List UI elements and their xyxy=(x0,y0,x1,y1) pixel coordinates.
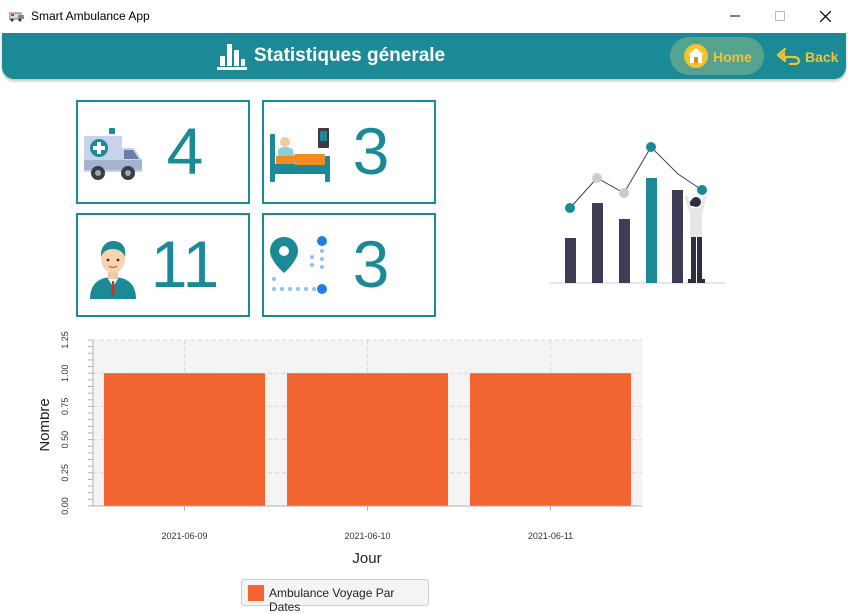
bar xyxy=(286,373,449,506)
window-title: Smart Ambulance App xyxy=(31,9,150,23)
y-tick-label: 0.25 xyxy=(60,464,70,482)
y-tick-label: 0.75 xyxy=(60,398,70,416)
home-button[interactable]: Home xyxy=(670,37,764,75)
x-tick-label: 2021-06-11 xyxy=(528,531,573,541)
trip-count: 3 xyxy=(352,227,390,301)
page-title: Statistiques génerale xyxy=(254,45,446,66)
staff-count: 11 xyxy=(150,227,220,301)
app-icon xyxy=(9,12,24,22)
patient-count-card: 3 xyxy=(262,100,436,204)
x-tick-label: 2021-06-09 xyxy=(161,531,207,541)
y-axis-title: Nombre xyxy=(40,398,53,451)
back-arrow-icon xyxy=(776,47,801,65)
ambulance-count: 4 xyxy=(166,114,204,188)
back-label: Back xyxy=(805,49,839,65)
minimize-icon xyxy=(730,15,740,17)
bar xyxy=(103,373,266,506)
trip-count-card: 3 xyxy=(262,213,436,317)
window-titlebar: Smart Ambulance App xyxy=(0,0,848,32)
bar-chart-icon xyxy=(217,44,247,70)
close-icon xyxy=(819,10,831,22)
legend-swatch xyxy=(248,585,264,601)
x-tick-label: 2021-06-10 xyxy=(344,531,390,541)
close-button[interactable] xyxy=(802,0,848,32)
x-axis-title: Jour xyxy=(352,550,381,567)
y-tick-label: 0.50 xyxy=(60,431,70,449)
maximize-icon xyxy=(775,11,785,21)
page-header: Statistiques génerale Home Back xyxy=(2,33,846,79)
y-tick-label: 0.00 xyxy=(60,497,70,515)
minimize-button[interactable] xyxy=(712,0,758,32)
home-label: Home xyxy=(713,49,752,65)
maximize-button[interactable] xyxy=(757,0,803,32)
analytics-illustration xyxy=(550,142,725,284)
y-tick-label: 1.00 xyxy=(60,364,70,382)
chart-legend: Ambulance Voyage Par Dates xyxy=(241,579,429,614)
patient-count: 3 xyxy=(352,114,390,188)
staff-count-card: 11 xyxy=(76,213,250,317)
home-icon xyxy=(684,44,708,68)
trips-by-date-chart: 0.00 0.25 0.50 0.75 1.00 1.25 2021-06-09 2021-0… xyxy=(40,331,642,567)
ambulance-count-card: 4 xyxy=(76,100,250,204)
bar xyxy=(469,373,632,506)
y-tick-label: 1.25 xyxy=(60,331,70,349)
back-button[interactable]: Back xyxy=(776,37,842,75)
legend-label: Ambulance Voyage Par Dates xyxy=(269,586,395,614)
